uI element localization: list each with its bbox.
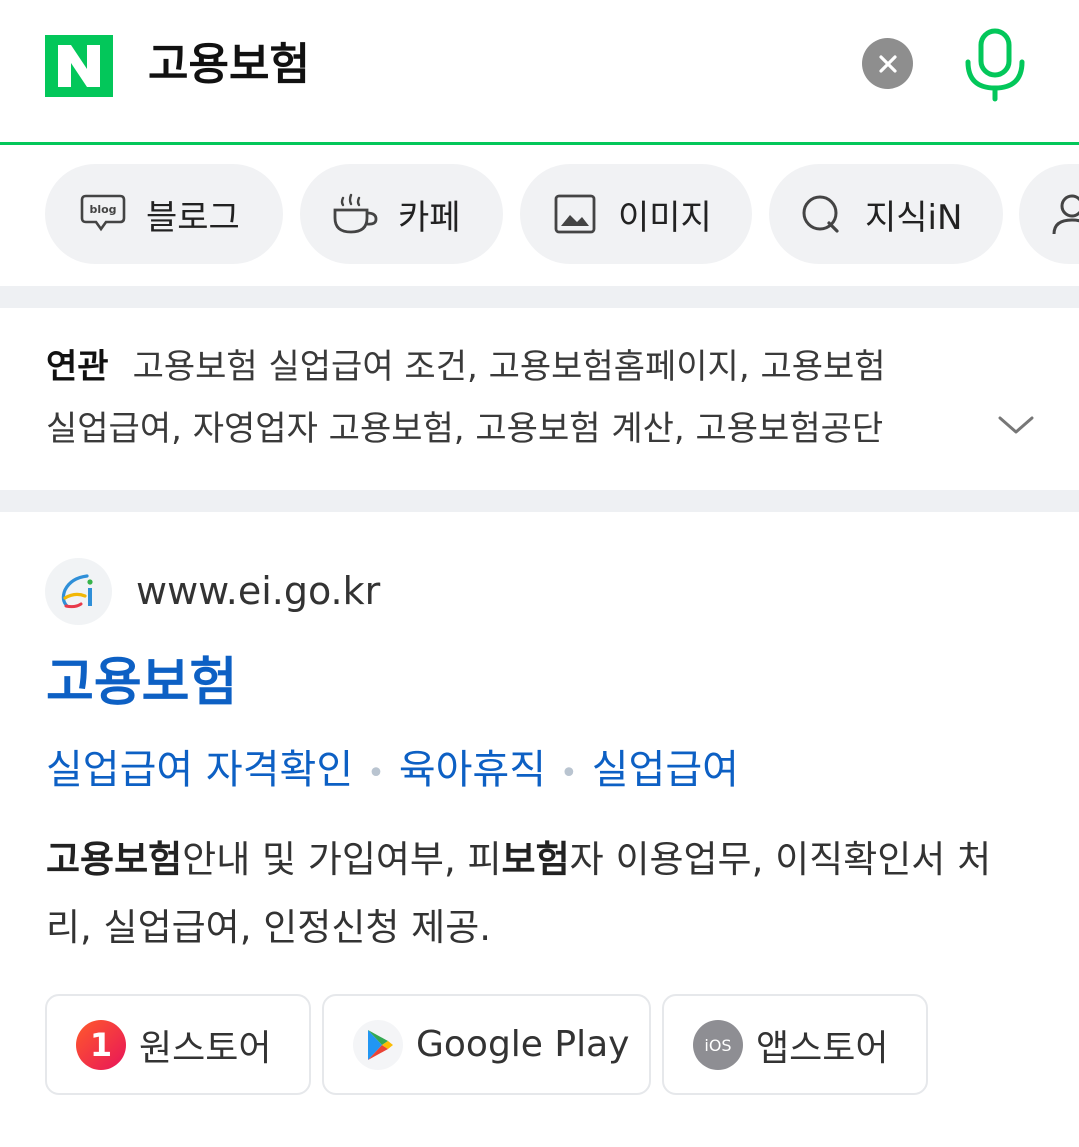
related-keywords-line2[interactable]: 실업급여, 자영업자 고용보험, 고용보험 계산, 고용보험공단	[46, 398, 956, 460]
site-url[interactable]: www.ei.go.kr	[136, 566, 380, 616]
result-sublinks: 실업급여 자격확인 • 육아휴직 • 실업급여	[46, 740, 739, 804]
tab-image-label: 이미지	[618, 197, 712, 238]
sublink-unemployment-benefit[interactable]: 실업급여	[592, 747, 739, 793]
tab-cafe-label: 카페	[398, 197, 461, 238]
naver-logo-icon[interactable]	[45, 35, 113, 97]
search-header: 고용보험	[0, 0, 1079, 145]
tab-blog-label: 블로그	[146, 197, 240, 238]
section-divider	[0, 490, 1079, 512]
site-favicon	[45, 558, 112, 625]
search-input[interactable]: 고용보험	[148, 36, 310, 94]
desc-highlight: 보험	[501, 838, 570, 881]
tab-cafe[interactable]: 카페	[300, 164, 503, 264]
google-play-icon	[352, 1019, 404, 1071]
result-description: 고용보험안내 및 가입여부, 피보험자 이용업무, 이직확인서 처리, 실업급여…	[46, 838, 992, 949]
tab-kin-label: 지식iN	[865, 197, 963, 238]
onestore-button[interactable]: 1 원스토어	[45, 994, 311, 1095]
sublink-benefit-check[interactable]: 실업급여 자격확인	[46, 747, 353, 793]
tab-kin[interactable]: 지식iN	[769, 164, 1003, 264]
separator-dot: •	[367, 756, 385, 791]
tab-person[interactable]	[1019, 164, 1079, 264]
tab-blog[interactable]: blog 블로그	[45, 164, 283, 264]
desc-highlight: 고용보험	[46, 838, 183, 881]
onestore-icon: 1	[75, 1019, 127, 1071]
svg-text:iOS: iOS	[704, 1036, 731, 1055]
voice-search-mic-icon[interactable]	[962, 28, 1028, 102]
clear-search-button[interactable]	[862, 38, 913, 89]
app-store-button[interactable]: iOS 앱스토어	[662, 994, 928, 1095]
related-keywords-line1[interactable]: 고용보험 실업급여 조건, 고용보험홈페이지, 고용보험	[133, 347, 886, 387]
ios-icon: iOS	[692, 1019, 744, 1071]
svg-text:1: 1	[90, 1026, 112, 1064]
close-icon	[878, 54, 897, 73]
cafe-cup-icon	[330, 189, 380, 239]
svg-text:blog: blog	[89, 203, 116, 216]
related-label: 연관	[46, 347, 109, 387]
person-icon	[1047, 189, 1079, 239]
blog-icon: blog	[78, 189, 128, 239]
image-icon	[550, 189, 600, 239]
app-store-label: 앱스토어	[756, 1027, 889, 1069]
separator-dot: •	[560, 756, 578, 791]
question-icon	[797, 189, 847, 239]
chevron-down-icon[interactable]	[996, 410, 1036, 440]
section-divider	[0, 286, 1079, 308]
sublink-parental-leave[interactable]: 육아휴직	[399, 747, 546, 793]
google-play-label: Google Play	[416, 1024, 630, 1065]
search-category-tabs: blog 블로그 카페 이미지 지식iN	[0, 164, 1079, 266]
result-title-link[interactable]: 고용보험	[46, 650, 237, 716]
google-play-button[interactable]: Google Play	[322, 994, 651, 1095]
onestore-label: 원스토어	[139, 1027, 272, 1069]
tab-image[interactable]: 이미지	[520, 164, 752, 264]
